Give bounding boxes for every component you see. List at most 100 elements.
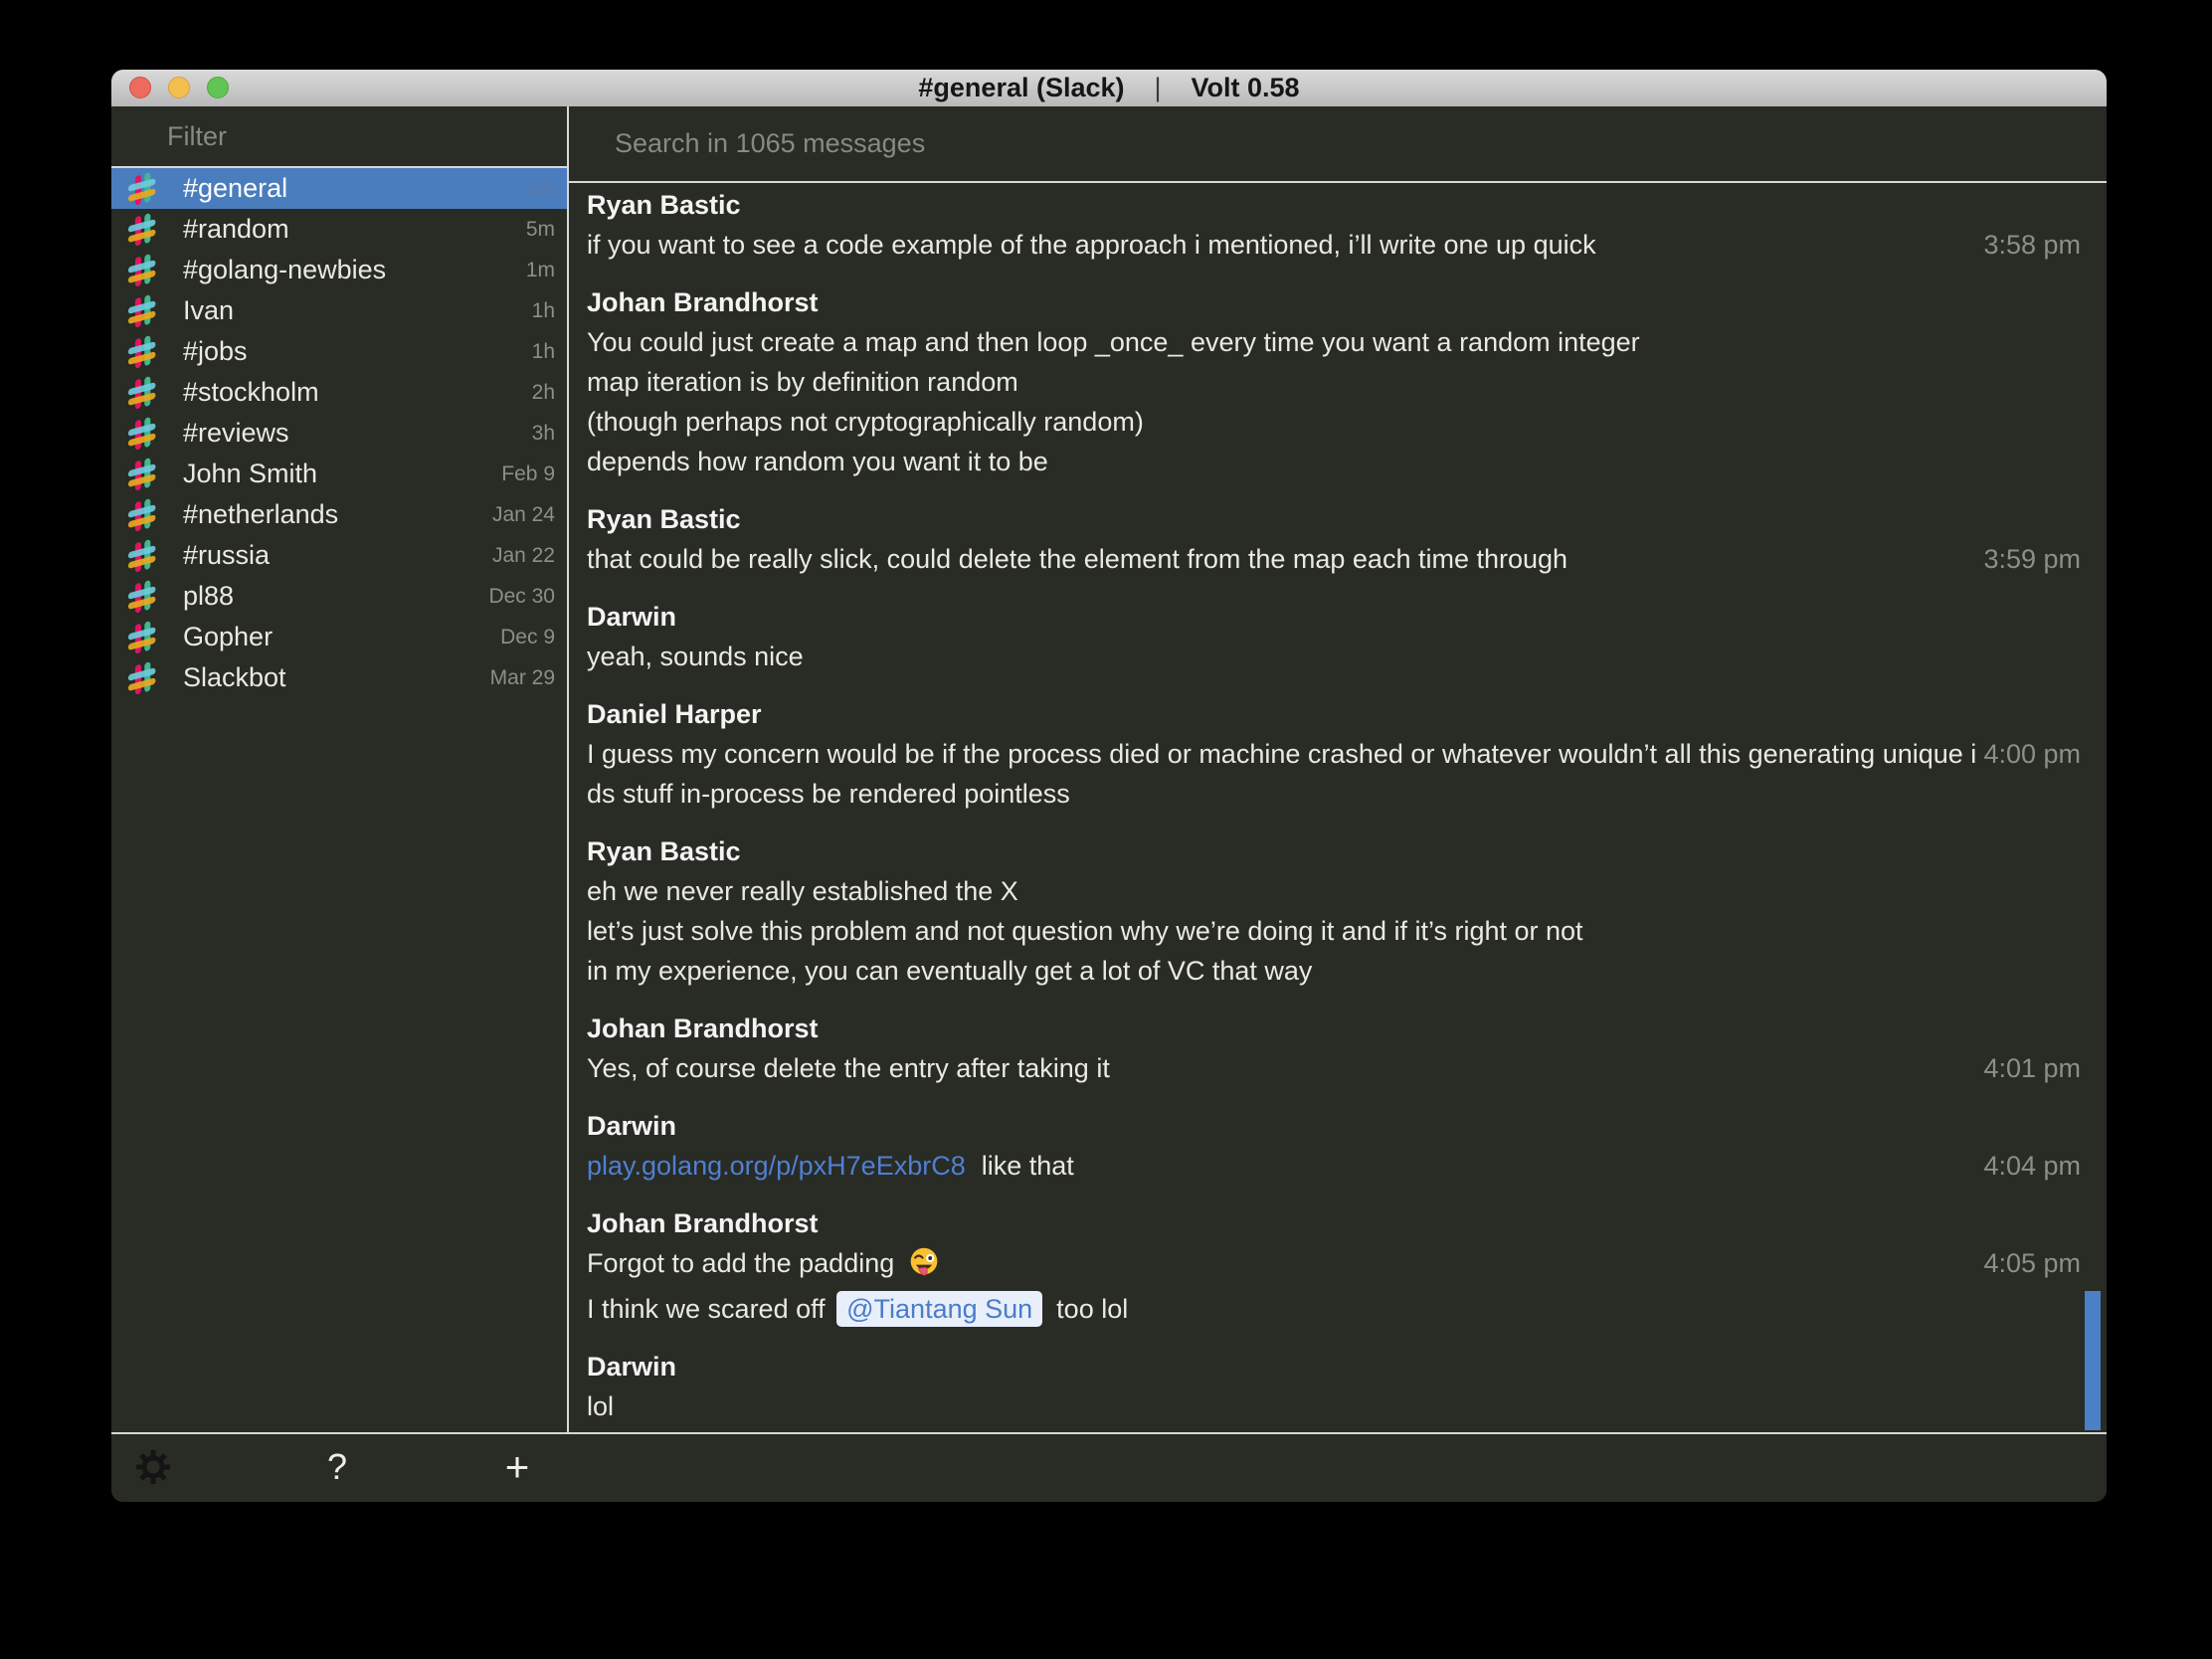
channel-time: Jan 24 <box>491 502 555 526</box>
search-input[interactable]: Search in 1065 messages <box>615 128 925 159</box>
channel-name: Slackbot <box>183 662 286 692</box>
message-line: (though perhaps not cryptographically ra… <box>587 402 2081 442</box>
channel-time: Jan 22 <box>491 543 555 567</box>
settings-button[interactable] <box>131 1445 175 1489</box>
message-link[interactable]: play.golang.org/p/pxH7eExbrC8 <box>587 1151 966 1181</box>
channel-time: Feb 9 <box>501 461 555 485</box>
message-group: Ryan Bastic that could be really slick, c… <box>587 499 2081 579</box>
message-author: Ryan Bastic <box>587 504 741 534</box>
message-line: lol <box>587 1386 2081 1426</box>
window-title-channel: #general (Slack) <box>918 73 1125 102</box>
message-text: Yes, of course delete the entry after ta… <box>587 1053 1110 1083</box>
message-line: eh we never really established the X <box>587 871 2081 911</box>
add-button[interactable]: + <box>495 1434 539 1500</box>
message-line: that could be really slick, could delete… <box>587 539 2081 579</box>
message-text: eh we never really established the X <box>587 876 1018 906</box>
message-text: lol <box>587 1391 615 1421</box>
message-line: map iteration is by definition random <box>587 362 2081 402</box>
traffic-lights <box>129 77 229 98</box>
filter-input[interactable]: Filter <box>167 121 227 152</box>
slack-icon <box>127 498 156 531</box>
slack-icon <box>127 213 156 246</box>
message-author: Daniel Harper <box>587 699 762 729</box>
message-text: too lol <box>1056 1294 1129 1324</box>
titlebar[interactable]: #general (Slack) | Volt 0.58 <box>111 70 2107 107</box>
channel-row-netherlands[interactable]: #netherlands Jan 24 <box>111 494 567 535</box>
search-bar: Search in 1065 messages <box>569 106 2107 183</box>
channel-row-slackbot[interactable]: Slackbot Mar 29 <box>111 657 567 698</box>
channel-time: Dec 9 <box>500 625 555 648</box>
slack-icon <box>127 376 156 409</box>
message-text: map iteration is by definition random <box>587 367 1018 397</box>
help-button[interactable]: ? <box>315 1434 359 1500</box>
channel-row-stockholm[interactable]: #stockholm 2h <box>111 372 567 413</box>
channel-row-ivan[interactable]: Ivan 1h <box>111 290 567 331</box>
message-list: Ryan Bastic if you want to see a code exa… <box>569 183 2107 1434</box>
app-window: #general (Slack) | Volt 0.58 Filter #gener… <box>111 70 2107 1502</box>
channel-row-random[interactable]: #random 5m <box>111 209 567 250</box>
message-text: like that <box>981 1151 1074 1181</box>
channel-time: 1m <box>525 176 555 200</box>
minimize-button[interactable] <box>168 77 190 98</box>
message-timestamp: 4:05 pm <box>1983 1248 2081 1278</box>
message-text: if you want to see a code example of the… <box>587 230 1596 260</box>
slack-icon <box>127 172 156 205</box>
screen: #general (Slack) | Volt 0.58 Filter #gener… <box>0 0 2212 1659</box>
message-group: Ryan Bastic if you want to see a code exa… <box>587 185 2081 265</box>
message-line: in my experience, you can eventually get… <box>587 951 2081 991</box>
stuck-out-tongue-winking-eye-emoji-icon <box>908 1246 940 1289</box>
message-author: Johan Brandhorst <box>587 1014 819 1043</box>
message-author: Darwin <box>587 1352 677 1382</box>
message-text: depends how random you want it to be <box>587 447 1048 476</box>
message-group: Darwin yeah, sounds nice <box>587 597 2081 676</box>
window-title: #general (Slack) | Volt 0.58 <box>111 73 2107 103</box>
message-line: yeah, sounds nice <box>587 637 2081 676</box>
channel-row-gopher[interactable]: Gopher Dec 9 <box>111 617 567 657</box>
channel-name: #golang-newbies <box>183 255 387 284</box>
slack-icon <box>127 661 156 694</box>
message-line: You could just create a map and then loo… <box>587 322 2081 362</box>
channel-row-general[interactable]: #general 1m <box>111 168 567 209</box>
message-author: Johan Brandhorst <box>587 1208 819 1238</box>
message-author: Ryan Bastic <box>587 190 741 220</box>
slack-icon <box>127 335 156 368</box>
bottom-toolbar: ? + <box>111 1432 2107 1502</box>
scrollbar-thumb[interactable] <box>2085 1291 2101 1430</box>
channel-name: #netherlands <box>183 499 339 529</box>
channel-name: #reviews <box>183 418 289 448</box>
close-button[interactable] <box>129 77 151 98</box>
message-line: Yes, of course delete the entry after ta… <box>587 1048 2081 1088</box>
message-group: Darwin lol <box>587 1347 2081 1426</box>
slack-icon <box>127 417 156 450</box>
message-text: let’s just solve this problem and not qu… <box>587 916 1583 946</box>
message-group: Johan Brandhorst Yes, of course delete th… <box>587 1009 2081 1088</box>
message-line: let’s just solve this problem and not qu… <box>587 911 2081 951</box>
window-title-separator: | <box>1154 73 1162 102</box>
message-author: Darwin <box>587 1111 677 1141</box>
message-line: Forgot to add the padding <box>587 1243 2081 1289</box>
channel-name: John Smith <box>183 459 318 488</box>
channel-row-russia[interactable]: #russia Jan 22 <box>111 535 567 576</box>
channel-row-golang-newbies[interactable]: #golang-newbies 1m <box>111 250 567 290</box>
channel-time: 2h <box>531 380 555 404</box>
channel-name: Ivan <box>183 295 235 325</box>
user-mention[interactable]: @Tiantang Sun <box>836 1291 1043 1327</box>
channel-row-pl88[interactable]: pl88 Dec 30 <box>111 576 567 617</box>
slack-icon <box>127 458 156 490</box>
channel-time: 1m <box>525 258 555 281</box>
zoom-button[interactable] <box>207 77 229 98</box>
channel-row-jobs[interactable]: #jobs 1h <box>111 331 567 372</box>
channel-row-john-smith[interactable]: John Smith Feb 9 <box>111 454 567 494</box>
gear-icon <box>136 1450 170 1484</box>
window-title-app: Volt 0.58 <box>1191 73 1300 102</box>
message-text: in my experience, you can eventually get… <box>587 956 1313 986</box>
slack-icon <box>127 254 156 286</box>
message-text: ds stuff in-process be rendered pointles… <box>587 779 1070 809</box>
message-timestamp: 3:59 pm <box>1983 544 2081 574</box>
message-line: I guess my concern would be if the proce… <box>587 734 2081 774</box>
message-pane: Search in 1065 messages Ryan Bastic if yo… <box>569 106 2107 1434</box>
channel-name: Gopher <box>183 622 274 651</box>
channel-row-reviews[interactable]: #reviews 3h <box>111 413 567 454</box>
channel-time: 5m <box>525 217 555 241</box>
sidebar: Filter #general 1m #random 5m #golang-newbie… <box>111 106 567 1434</box>
